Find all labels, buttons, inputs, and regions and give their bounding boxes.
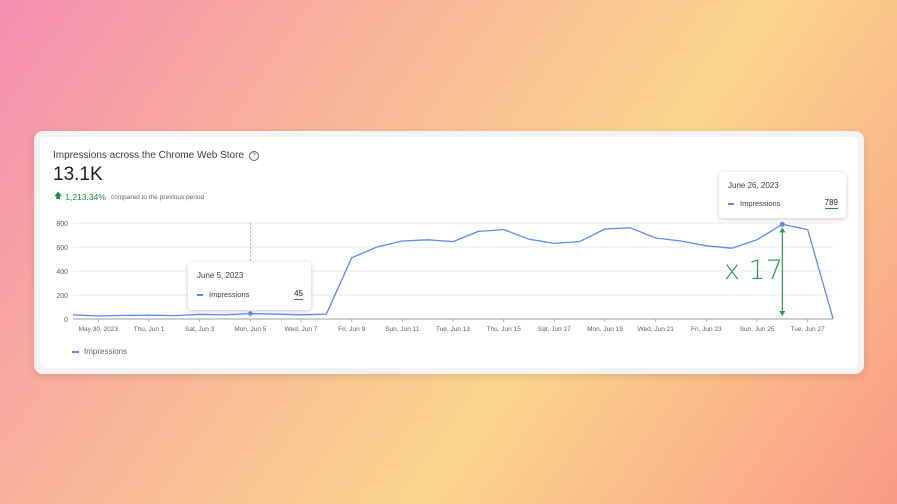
legend-label: Impressions [84,347,128,356]
legend-swatch [72,350,79,353]
y-tick-label: 400 [56,269,68,276]
x-tick-label: Wed, Jun 7 [285,326,318,333]
x-tick-label: Mon, Jun 5 [234,326,267,333]
tooltip-row: Impressions 789 [728,198,838,209]
x-tick-label: Mon, Jun 19 [587,326,623,333]
tooltip-date: June 5, 2023 [197,271,244,280]
tooltip-value: 789 [824,198,838,209]
x-tick-label: Fri, Jun 23 [691,326,722,333]
x-tick-label: Tue, Jun 27 [791,326,825,333]
tooltip-june-26: June 26, 2023 Impressions 789 [719,172,846,218]
x-tick-label: Sun, Jun 25 [740,326,775,333]
y-tick-label: 200 [56,293,68,300]
tooltip-swatch [728,202,734,205]
tooltip-row: Impressions 45 [197,289,303,300]
tooltip-swatch [197,293,203,296]
tooltip-label: Impressions [740,199,781,208]
x-tick-label: Thu, Jun 15 [487,326,522,333]
x-tick-label: Sat, Jun 3 [185,326,215,333]
data-point-june-26 [779,221,785,227]
x-tick-label: Thu, Jun 1 [134,326,165,333]
growth-arrow-head-top [779,227,786,233]
tooltip-june-5: June 5, 2023 Impressions 45 [188,262,311,310]
tooltip-label: Impressions [209,290,250,299]
y-tick-label: 800 [56,221,68,228]
x-tick-label: Sun, Jun 11 [385,326,420,333]
x-tick-label: Sat, Jun 17 [538,326,571,333]
x-tick-label: May 30, 2023 [79,326,119,333]
data-point-june-5 [248,311,253,316]
y-tick-label: 600 [56,245,68,252]
y-tick-label: 0 [64,317,68,324]
x-tick-label: Wed, Jun 21 [637,326,674,333]
growth-arrow-head-bottom [779,311,786,316]
tooltip-value: 45 [294,289,303,300]
tooltip-date: June 26, 2023 [728,181,779,190]
x-tick-label: Fri, Jun 9 [338,326,365,333]
chart-legend: Impressions [72,347,127,356]
chart-card: Impressions across the Chrome Web Store … [34,131,864,374]
x-tick-label: Tue, Jun 13 [436,326,470,333]
multiplier-annotation: x 17 [724,255,783,286]
